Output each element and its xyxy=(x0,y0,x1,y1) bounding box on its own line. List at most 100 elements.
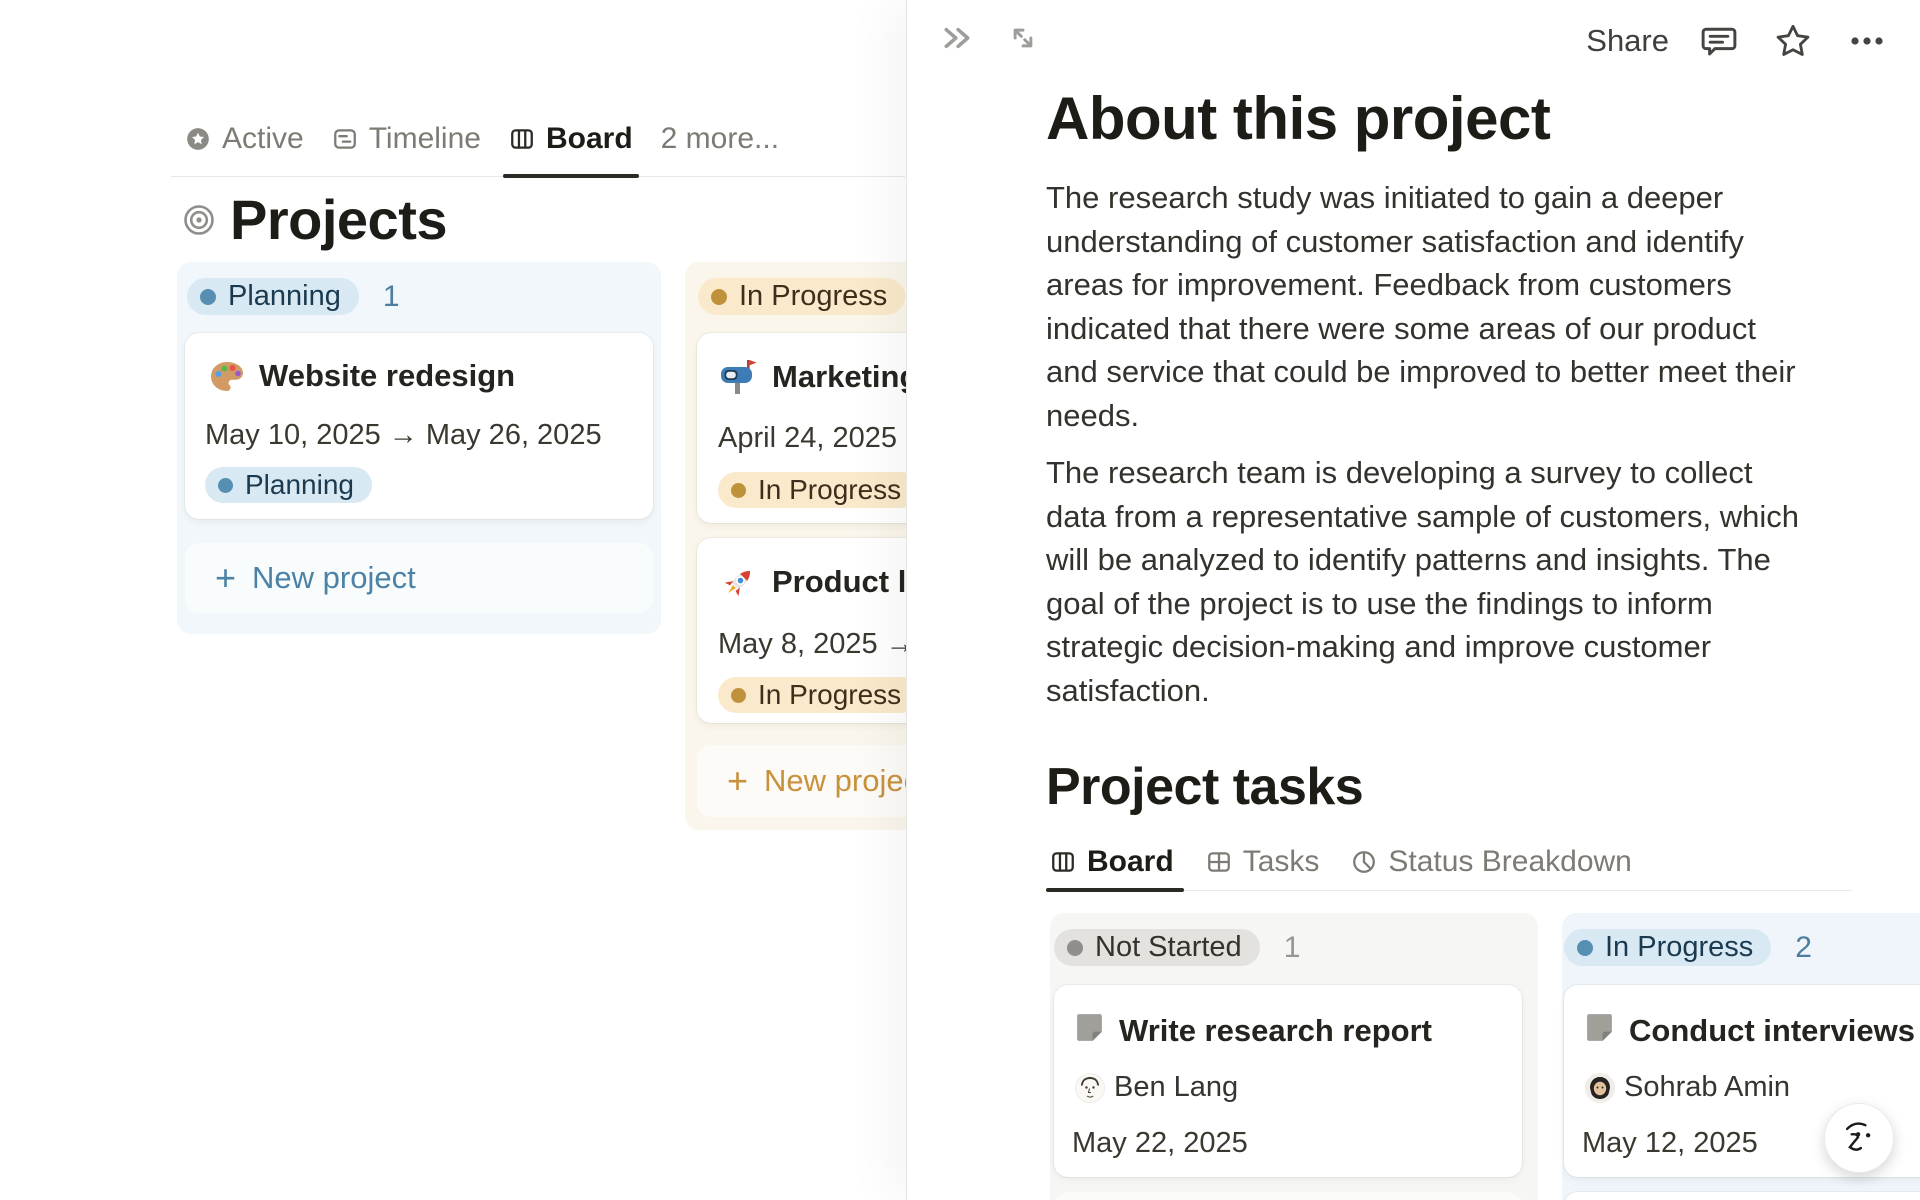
status-label: In Progress xyxy=(739,280,888,312)
status-dot xyxy=(711,288,727,305)
page-title: Projects xyxy=(183,188,448,251)
column-header: Not Started 1 xyxy=(1054,929,1300,966)
about-paragraph-1: The research study was initiated to gain… xyxy=(1046,180,1796,433)
tab-board-view[interactable]: Board xyxy=(495,102,647,178)
card-title: Website redesign xyxy=(259,358,516,393)
status-pill-in-progress[interactable]: In Progress xyxy=(698,278,906,315)
page-icon xyxy=(1074,1012,1105,1043)
rocket-icon xyxy=(718,563,758,603)
close-side-peek-button[interactable] xyxy=(933,14,981,62)
card-title-row: Conduct interviews xyxy=(1564,985,1920,1050)
card-date-range: May 10, 2025 → May 26, 2025 xyxy=(205,419,602,451)
column-count: 1 xyxy=(382,279,400,313)
board-icon xyxy=(509,126,535,152)
card-status-tag: Planning xyxy=(205,467,372,503)
page-title-text: Projects xyxy=(230,188,448,251)
status-label: In Progress xyxy=(1605,931,1754,963)
database-view-tabs: Active Timeline Board 2 more... xyxy=(171,102,905,178)
card-date: May 22, 2025 xyxy=(1072,1127,1248,1159)
assignee-row: Ben Lang xyxy=(1076,1071,1238,1104)
star-badge-icon xyxy=(185,126,211,152)
status-pill-not-started[interactable]: Not Started xyxy=(1054,929,1260,966)
status-label: Planning xyxy=(228,280,341,312)
status-dot xyxy=(200,288,216,305)
status-pill-planning[interactable]: Planning xyxy=(187,278,359,315)
assignee-row: Sohrab Amin xyxy=(1586,1071,1790,1104)
card-title: Write research report xyxy=(1119,1013,1432,1048)
more-options-icon[interactable] xyxy=(1843,17,1891,65)
tag-label: Planning xyxy=(245,469,354,500)
project-card-website-redesign[interactable]: Website redesign May 10, 2025 → May 26, … xyxy=(185,333,653,519)
tab-label: Board xyxy=(1087,845,1174,878)
panel-content: About this project The research study wa… xyxy=(1046,0,1920,1200)
status-label: Not Started xyxy=(1095,931,1242,963)
open-full-page-icon[interactable] xyxy=(999,14,1047,62)
card-title-row: Website redesign xyxy=(185,333,653,397)
task-view-tabs: Board Tasks Status Breakdown xyxy=(1046,834,1852,892)
tab-label: Board xyxy=(545,122,633,155)
tab-tasks-view[interactable]: Tasks xyxy=(1190,834,1336,890)
tab-active-view[interactable]: Active xyxy=(171,102,318,176)
side-peek-panel: Share About this project The research st… xyxy=(906,0,1920,1200)
new-project-button[interactable]: + New project xyxy=(185,543,653,613)
column-count: 1 xyxy=(1283,930,1301,964)
tag-label: In Progress xyxy=(758,679,902,710)
bullseye-icon xyxy=(183,204,215,236)
new-task-button[interactable]: + New task xyxy=(1054,1192,1522,1200)
column-header: In Progress xyxy=(698,278,906,315)
avatar-sohrab-amin xyxy=(1586,1073,1614,1102)
project-tasks-heading: Project tasks xyxy=(1046,758,1364,816)
notion-window: Active Timeline Board 2 more... Projects… xyxy=(0,0,1920,1200)
column-header: In Progress 2 xyxy=(1564,929,1812,966)
timeline-icon xyxy=(332,126,358,152)
status-dot xyxy=(218,477,233,493)
brow xyxy=(1845,1122,1867,1131)
assignee-name: Sohrab Amin xyxy=(1624,1071,1791,1103)
column-count: 2 xyxy=(1795,930,1812,964)
pie-chart-icon xyxy=(1351,849,1377,875)
mailbox-icon xyxy=(718,358,758,398)
column-header: Planning 1 xyxy=(187,278,400,315)
tab-label: 2 more... xyxy=(660,122,780,155)
task-column-not-started: Not Started 1 Write research report Ben … xyxy=(1050,913,1538,1200)
tab-label: Timeline xyxy=(368,122,481,155)
card-status-tag: In Progress xyxy=(718,472,920,508)
card-status-tag: In Progress xyxy=(718,677,920,713)
tab-label: Status Breakdown xyxy=(1388,845,1632,878)
task-card-interpret-findings[interactable]: Interpret findings xyxy=(1564,1192,1920,1200)
board-icon xyxy=(1050,849,1076,875)
tab-label: Active xyxy=(222,122,304,155)
avatar-ben-lang xyxy=(1076,1073,1104,1102)
about-paragraph-2: The research team is developing a survey… xyxy=(1046,455,1799,708)
status-dot xyxy=(731,687,746,703)
board-column-planning: Planning 1 Website redesign May 10, 2025… xyxy=(177,262,661,634)
status-dot xyxy=(1577,939,1593,956)
table-icon xyxy=(1206,849,1232,875)
plus-icon: + xyxy=(727,760,749,801)
tab-more-views[interactable]: 2 more... xyxy=(647,102,793,176)
card-title-row: Interpret findings xyxy=(1564,1192,1920,1200)
new-project-label: New project xyxy=(764,763,928,798)
status-dot xyxy=(1067,939,1083,956)
card-date: May 12, 2025 xyxy=(1582,1127,1758,1159)
new-project-label: New project xyxy=(252,560,416,595)
card-title-row: Write research report xyxy=(1054,985,1522,1050)
card-title: Conduct interviews xyxy=(1629,1013,1915,1048)
status-pill-in-progress[interactable]: In Progress xyxy=(1564,929,1772,966)
panel-toolbar-left xyxy=(933,14,1047,62)
page-icon xyxy=(1584,1012,1615,1043)
tab-board-view[interactable]: Board xyxy=(1046,834,1190,892)
cursor-face-button[interactable] xyxy=(1824,1103,1894,1173)
task-board: Not Started 1 Write research report Ben … xyxy=(1050,913,1920,1200)
tag-label: In Progress xyxy=(758,474,902,505)
task-card-write-research-report[interactable]: Write research report Ben Lang May 22, 2… xyxy=(1054,985,1522,1177)
plus-icon: + xyxy=(215,557,237,598)
palette-icon xyxy=(207,357,247,397)
assignee-name: Ben Lang xyxy=(1114,1071,1239,1103)
status-dot xyxy=(731,482,746,498)
tab-timeline-view[interactable]: Timeline xyxy=(318,102,495,176)
tab-status-breakdown-view[interactable]: Status Breakdown xyxy=(1335,834,1647,890)
tab-label: Tasks xyxy=(1242,845,1320,878)
about-heading: About this project xyxy=(1046,85,1551,152)
projects-page: Active Timeline Board 2 more... Projects… xyxy=(0,0,1169,1200)
